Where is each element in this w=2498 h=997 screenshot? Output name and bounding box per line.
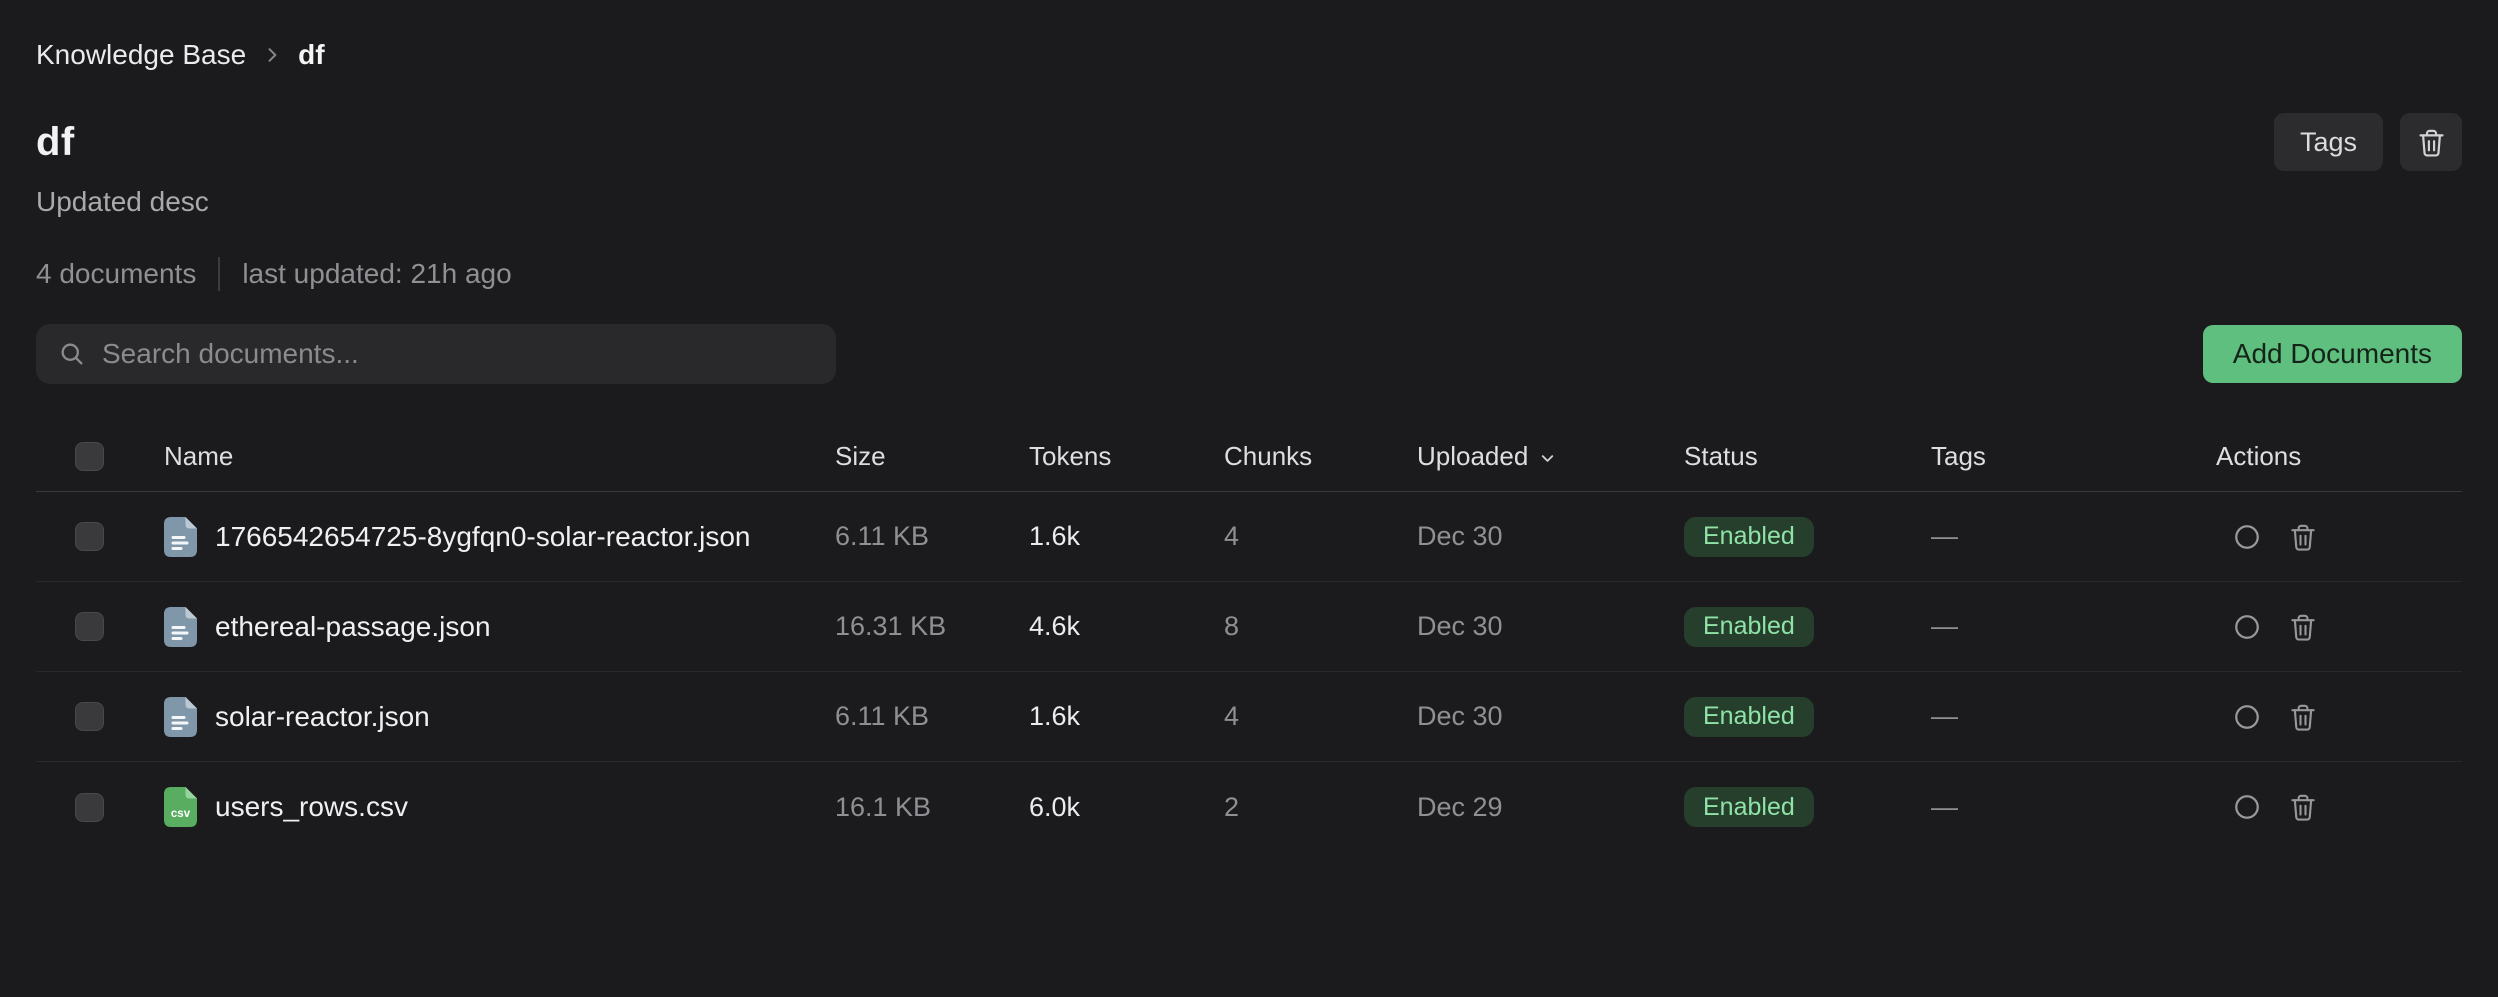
document-chunks: 8 [1224, 611, 1417, 642]
document-size: 6.11 KB [835, 521, 1029, 552]
document-size: 6.11 KB [835, 701, 1029, 732]
trash-icon [2416, 127, 2447, 158]
table-row: csv users_rows.csv 16.1 KB 6.0k 2 Dec 29… [36, 762, 2462, 852]
document-size: 16.1 KB [835, 792, 1029, 823]
tags-button[interactable]: Tags [2274, 113, 2383, 171]
circle-icon [2232, 702, 2262, 732]
table-row: 1766542654725-8ygfqn0-solar-reactor.json… [36, 492, 2462, 582]
status-badge: Enabled [1684, 607, 1814, 647]
document-name[interactable]: ethereal-passage.json [215, 611, 491, 643]
last-updated: last updated: 21h ago [242, 258, 511, 290]
column-header-name[interactable]: Name [164, 441, 835, 472]
chevron-right-icon [262, 45, 282, 65]
column-header-chunks[interactable]: Chunks [1224, 441, 1417, 472]
document-uploaded: Dec 29 [1417, 792, 1684, 823]
document-name[interactable]: 1766542654725-8ygfqn0-solar-reactor.json [215, 521, 751, 553]
document-chunks: 2 [1224, 792, 1417, 823]
toggle-status-button[interactable] [2232, 702, 2262, 732]
document-size: 16.31 KB [835, 611, 1029, 642]
document-count: 4 documents [36, 258, 196, 290]
circle-icon [2232, 612, 2262, 642]
column-header-size[interactable]: Size [835, 441, 1029, 472]
document-tags: — [1931, 521, 2216, 552]
status-badge: Enabled [1684, 787, 1814, 827]
delete-document-button[interactable] [2288, 612, 2318, 642]
breadcrumb: Knowledge Base df [36, 38, 2462, 72]
json-file-icon [164, 517, 197, 557]
status-badge: Enabled [1684, 697, 1814, 737]
row-checkbox[interactable] [75, 702, 104, 731]
trash-icon [2288, 702, 2318, 732]
add-documents-button[interactable]: Add Documents [2203, 325, 2462, 383]
breadcrumb-knowledge-base-link[interactable]: Knowledge Base [36, 39, 246, 71]
search-icon [58, 340, 86, 368]
delete-document-button[interactable] [2288, 792, 2318, 822]
circle-icon [2232, 522, 2262, 552]
svg-text:csv: csv [171, 808, 191, 820]
row-checkbox[interactable] [75, 612, 104, 641]
document-tokens: 1.6k [1029, 701, 1224, 732]
column-header-tags[interactable]: Tags [1931, 441, 2216, 472]
column-header-actions: Actions [2216, 441, 2462, 472]
knowledge-base-detail-page: Knowledge Base df df Tags Updated desc 4… [0, 0, 2498, 997]
meta-divider [218, 257, 220, 291]
column-header-uploaded[interactable]: Uploaded [1417, 441, 1684, 472]
table-header: Name Size Tokens Chunks Uploaded Status … [36, 422, 2462, 492]
search-box[interactable] [36, 324, 836, 384]
chevron-down-icon [1538, 449, 1557, 468]
select-all-checkbox[interactable] [75, 442, 104, 471]
table-row: ethereal-passage.json 16.31 KB 4.6k 8 De… [36, 582, 2462, 672]
row-checkbox[interactable] [75, 793, 104, 822]
document-tokens: 4.6k [1029, 611, 1224, 642]
circle-icon [2232, 792, 2262, 822]
status-badge: Enabled [1684, 517, 1814, 557]
page-title: df [36, 120, 75, 165]
delete-document-button[interactable] [2288, 522, 2318, 552]
document-uploaded: Dec 30 [1417, 611, 1684, 642]
trash-icon [2288, 522, 2318, 552]
meta-row: 4 documents last updated: 21h ago [36, 258, 2462, 290]
search-input[interactable] [102, 338, 814, 370]
toggle-status-button[interactable] [2232, 612, 2262, 642]
row-checkbox[interactable] [75, 522, 104, 551]
document-chunks: 4 [1224, 521, 1417, 552]
documents-table: Name Size Tokens Chunks Uploaded Status … [36, 422, 2462, 852]
document-uploaded: Dec 30 [1417, 701, 1684, 732]
document-tags: — [1931, 792, 2216, 823]
json-file-icon [164, 697, 197, 737]
knowledge-base-description: Updated desc [36, 186, 2462, 218]
trash-icon [2288, 792, 2318, 822]
trash-icon [2288, 612, 2318, 642]
table-row: solar-reactor.json 6.11 KB 1.6k 4 Dec 30… [36, 672, 2462, 762]
document-tokens: 6.0k [1029, 792, 1224, 823]
title-actions: Tags [2274, 113, 2462, 171]
toggle-status-button[interactable] [2232, 522, 2262, 552]
title-row: df Tags [36, 112, 2462, 172]
document-tags: — [1931, 701, 2216, 732]
json-file-icon [164, 607, 197, 647]
toggle-status-button[interactable] [2232, 792, 2262, 822]
document-chunks: 4 [1224, 701, 1417, 732]
document-name[interactable]: users_rows.csv [215, 791, 408, 823]
column-header-tokens[interactable]: Tokens [1029, 441, 1224, 472]
document-uploaded: Dec 30 [1417, 521, 1684, 552]
column-header-status[interactable]: Status [1684, 441, 1931, 472]
document-name[interactable]: solar-reactor.json [215, 701, 430, 733]
delete-knowledge-base-button[interactable] [2400, 113, 2462, 171]
document-tokens: 1.6k [1029, 521, 1224, 552]
toolbar: Add Documents [36, 324, 2462, 384]
breadcrumb-current: df [298, 39, 324, 71]
document-tags: — [1931, 611, 2216, 642]
csv-file-icon: csv [164, 787, 197, 827]
delete-document-button[interactable] [2288, 702, 2318, 732]
